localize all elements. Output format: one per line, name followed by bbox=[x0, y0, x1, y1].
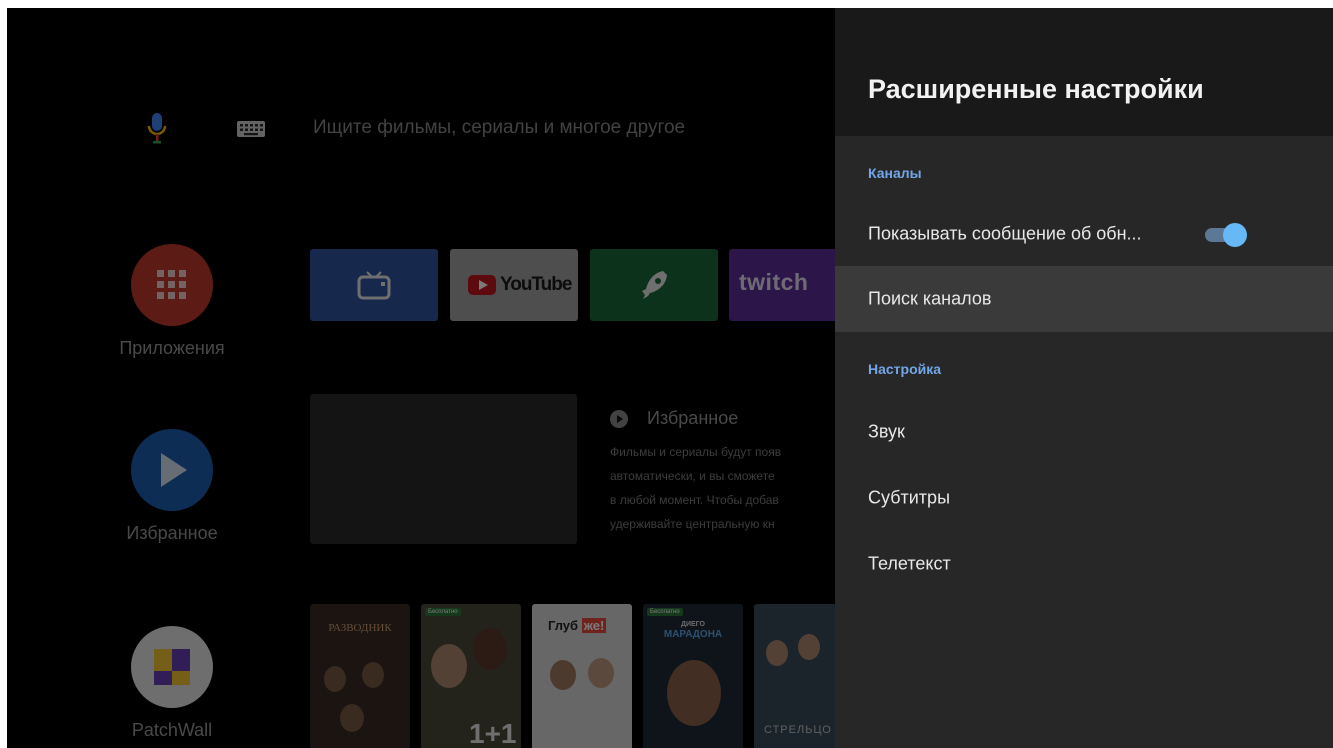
poster-1plus1[interactable]: Бесплатно 1+1 bbox=[421, 604, 521, 748]
favorites-circle bbox=[131, 429, 213, 511]
poster-razvodnik[interactable]: РАЗВОДНИК bbox=[310, 604, 410, 748]
youtube-play-icon bbox=[468, 275, 496, 295]
search-input[interactable]: Ищите фильмы, сериалы и многое другое bbox=[313, 117, 685, 139]
advanced-settings-panel: Расширенные настройки Каналы Показывать … bbox=[835, 8, 1333, 748]
patchwall-circle bbox=[131, 626, 213, 708]
show-update-message-item[interactable]: Показывать сообщение об обн... bbox=[835, 201, 1333, 267]
keyboard-icon[interactable] bbox=[236, 118, 266, 140]
poster-title-highlight: же! bbox=[581, 618, 607, 633]
favorites-button[interactable]: Избранное bbox=[97, 429, 247, 544]
toggle-thumb bbox=[1223, 223, 1247, 247]
youtube-app-tile[interactable]: YouTube bbox=[450, 249, 578, 321]
play-icon bbox=[161, 453, 187, 487]
poster-title: СТРЕЛЬЦО bbox=[764, 724, 832, 736]
subtitles-item[interactable]: Субтитры bbox=[835, 465, 1333, 531]
show-update-message-toggle[interactable] bbox=[1205, 223, 1247, 247]
poster-face bbox=[766, 640, 788, 666]
poster-face bbox=[798, 634, 820, 660]
poster-title-prefix: Глуб bbox=[548, 618, 579, 633]
rocket-icon bbox=[642, 271, 667, 299]
patchwall-label: PatchWall bbox=[131, 720, 213, 740]
subtitles-label: Субтитры bbox=[868, 487, 951, 508]
favorites-play-icon bbox=[610, 410, 628, 428]
favorites-description-line: Фильмы и сериалы будут появ bbox=[610, 445, 782, 459]
poster-face bbox=[340, 704, 364, 732]
poster-title-bottom: МАРАДОНА bbox=[663, 629, 723, 640]
patchwall-button[interactable]: PatchWall bbox=[97, 626, 247, 741]
poster-title: 1+1 bbox=[469, 718, 517, 748]
twitch-wordmark: twitch bbox=[739, 269, 809, 295]
poster-face bbox=[362, 662, 384, 688]
favorites-description-line: в любой момент. Чтобы добав bbox=[610, 493, 779, 507]
sound-item[interactable]: Звук bbox=[835, 399, 1333, 465]
favorites-label: Избранное bbox=[126, 523, 218, 543]
microphone-icon[interactable] bbox=[146, 111, 168, 147]
favorites-title: Избранное bbox=[647, 408, 739, 428]
youtube-logo: YouTube bbox=[468, 274, 572, 296]
youtube-wordmark: YouTube bbox=[500, 274, 572, 295]
poster-face bbox=[667, 660, 721, 726]
patchwall-logo-icon bbox=[154, 649, 190, 685]
tv-icon bbox=[357, 271, 391, 300]
tv-screen: Ищите фильмы, сериалы и многое другое Пр… bbox=[7, 8, 1333, 748]
section-channels: Каналы bbox=[868, 165, 922, 181]
teletext-label: Телетекст bbox=[868, 553, 951, 574]
apps-button[interactable]: Приложения bbox=[97, 244, 247, 359]
poster-maradona[interactable]: Бесплатно ДИЕГО МАРАДОНА bbox=[643, 604, 743, 748]
free-badge: Бесплатно bbox=[647, 608, 683, 616]
home-screen: Ищите фильмы, сериалы и многое другое Пр… bbox=[7, 8, 835, 748]
apps-circle bbox=[131, 244, 213, 326]
poster-face bbox=[473, 628, 507, 670]
favorites-description: Фильмы и сериалы будут появ автоматическ… bbox=[610, 440, 781, 536]
poster-strelcy[interactable]: СТРЕЛЬЦО bbox=[754, 604, 835, 748]
teletext-item[interactable]: Телетекст bbox=[835, 531, 1333, 597]
apps-grid-icon bbox=[157, 270, 186, 299]
poster-title: ДИЕГО МАРАДОНА bbox=[643, 620, 743, 640]
poster-face bbox=[588, 658, 614, 688]
poster-face bbox=[324, 666, 346, 692]
free-badge: Бесплатно bbox=[425, 608, 461, 616]
rocket-app-tile[interactable] bbox=[590, 249, 718, 321]
apps-label: Приложения bbox=[119, 338, 225, 358]
poster-glubzhe[interactable]: Глуб же! bbox=[532, 604, 632, 748]
favorites-description-line: автоматически, и вы сможете bbox=[610, 469, 775, 483]
show-update-message-label: Показывать сообщение об обн... bbox=[868, 223, 1142, 244]
poster-face bbox=[550, 660, 576, 690]
section-setup: Настройка bbox=[868, 361, 942, 377]
channel-search-item[interactable]: Поиск каналов bbox=[835, 266, 1333, 332]
poster-face bbox=[431, 644, 467, 688]
poster-title: Глуб же! bbox=[548, 618, 607, 633]
poster-title: РАЗВОДНИК bbox=[328, 622, 392, 634]
sound-label: Звук bbox=[868, 421, 905, 442]
channel-search-label: Поиск каналов bbox=[868, 288, 992, 309]
panel-title: Расширенные настройки bbox=[868, 74, 1204, 104]
favorites-description-line: удерживайте центральную кн bbox=[610, 517, 775, 531]
twitch-app-tile[interactable]: twitch bbox=[729, 249, 835, 321]
favorites-card[interactable] bbox=[310, 394, 577, 544]
panel-header: Расширенные настройки bbox=[835, 8, 1333, 136]
tv-app-tile[interactable] bbox=[310, 249, 438, 321]
